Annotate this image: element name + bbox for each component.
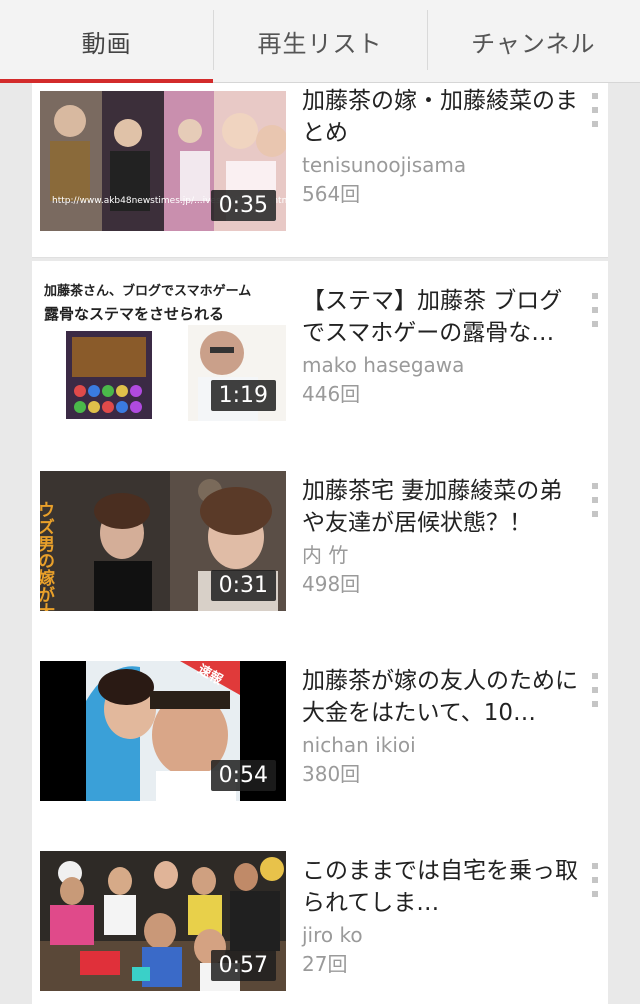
video-views: 380回	[302, 762, 361, 786]
video-duration: 0:57	[210, 950, 276, 981]
video-duration: 0:31	[210, 570, 276, 601]
video-thumbnail[interactable]: 速報 0:54	[40, 661, 286, 801]
more-options-icon[interactable]	[590, 863, 600, 897]
video-info: 加藤茶の嫁・加藤綾菜のまとめ tenisunoojisama 564回	[302, 85, 582, 209]
tab-channels[interactable]: チャンネル	[426, 0, 640, 82]
thumb-headline-text: 加藤茶さん、ブログでスマホゲーム	[43, 283, 251, 299]
video-info: 加藤茶宅 妻加藤綾菜の弟や友達が居候状態？！ 内 竹 498回	[302, 475, 582, 599]
video-channel[interactable]: tenisunoojisama	[302, 151, 582, 179]
tab-videos-label: 動画	[81, 29, 132, 58]
video-item[interactable]: 0:57 このままでは自宅を乗っ取られてしま… jiro ko 27回	[32, 831, 608, 1004]
video-title[interactable]: 【ステマ】加藤茶 ブログでスマホゲーの露骨な…	[302, 285, 582, 349]
video-channel[interactable]: mako hasegawa	[302, 351, 582, 379]
video-views: 446回	[302, 382, 361, 406]
video-views: 27回	[302, 952, 348, 976]
video-duration: 0:35	[210, 190, 276, 221]
video-title[interactable]: 加藤茶宅 妻加藤綾菜の弟や友達が居候状態？！	[302, 475, 582, 539]
video-thumbnail[interactable]: 0:57	[40, 851, 286, 991]
video-thumbnail[interactable]: 加藤茶さん、ブログでスマホゲーム 露骨なステマをさせられる 1:19	[40, 281, 286, 421]
more-options-icon[interactable]	[590, 293, 600, 327]
tab-channels-label: チャンネル	[471, 29, 596, 58]
video-item[interactable]: ウズ男の嫁が大好き 0:31 加藤茶宅 妻加藤綾菜の弟や友達が居候状態？！ 内 …	[32, 451, 608, 642]
tab-bar: 動画 再生リスト チャンネル	[0, 0, 640, 83]
video-item[interactable]: 速報 0:54 加藤茶が嫁の友人のために大金をはたいて、10… nichan i…	[32, 641, 608, 832]
video-list[interactable]: http://www.akb48newstimes.jp/...ives/300…	[0, 83, 640, 1004]
video-duration: 0:54	[210, 760, 276, 791]
more-options-icon[interactable]	[590, 673, 600, 707]
video-info: 【ステマ】加藤茶 ブログでスマホゲーの露骨な… mako hasegawa 44…	[302, 285, 582, 409]
video-title[interactable]: 加藤茶が嫁の友人のために大金をはたいて、10…	[302, 665, 582, 729]
video-info: 加藤茶が嫁の友人のために大金をはたいて、10… nichan ikioi 380…	[302, 665, 582, 789]
video-channel[interactable]: 内 竹	[302, 541, 582, 569]
video-duration: 1:19	[210, 380, 276, 411]
tab-playlists[interactable]: 再生リスト	[213, 0, 426, 82]
video-channel[interactable]: nichan ikioi	[302, 731, 582, 759]
video-info: このままでは自宅を乗っ取られてしま… jiro ko 27回	[302, 855, 582, 979]
video-thumbnail[interactable]: ウズ男の嫁が大好き 0:31	[40, 471, 286, 611]
video-thumbnail[interactable]: http://www.akb48newstimes.jp/...ives/300…	[40, 91, 286, 231]
thumb-subheadline-text: 露骨なステマをさせられる	[44, 305, 224, 323]
video-item[interactable]: 加藤茶さん、ブログでスマホゲーム 露骨なステマをさせられる 1:19 【ステマ】…	[32, 261, 608, 452]
thumb-overlay-text: ウズ男の嫁が大好き	[40, 501, 56, 611]
video-views: 498回	[302, 572, 361, 596]
video-title[interactable]: 加藤茶の嫁・加藤綾菜のまとめ	[302, 85, 582, 149]
video-item[interactable]: http://www.akb48newstimes.jp/...ives/300…	[32, 83, 608, 258]
video-title[interactable]: このままでは自宅を乗っ取られてしま…	[302, 855, 582, 919]
video-channel[interactable]: jiro ko	[302, 921, 582, 949]
more-options-icon[interactable]	[590, 93, 600, 127]
video-views: 564回	[302, 182, 361, 206]
more-options-icon[interactable]	[590, 483, 600, 517]
tab-playlists-label: 再生リスト	[257, 29, 383, 58]
tab-videos[interactable]: 動画	[0, 0, 214, 83]
